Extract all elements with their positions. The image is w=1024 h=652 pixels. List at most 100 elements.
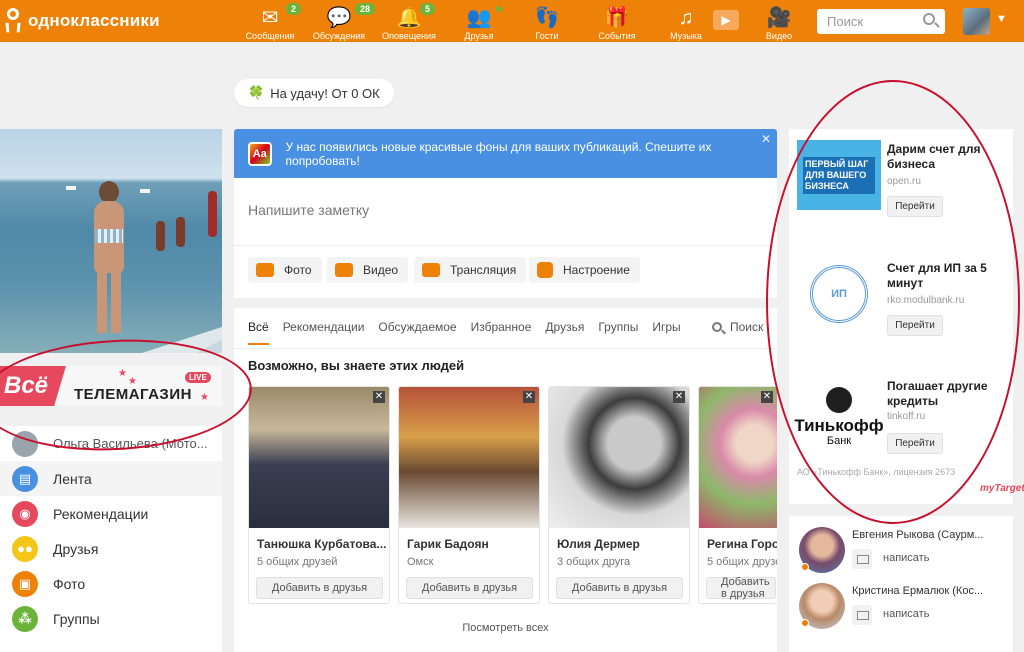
friend-name[interactable]: Кристина Ермалюк (Кос... bbox=[852, 585, 1007, 597]
person-name[interactable]: Гарик Бадоян bbox=[407, 537, 489, 551]
lucky-label: На удачу! От 0 ОК bbox=[270, 85, 380, 101]
bell-icon: 🔔 bbox=[396, 7, 422, 29]
add-friend-button[interactable]: Добавить в друзья bbox=[406, 577, 533, 599]
vse-logo: Всё bbox=[0, 366, 66, 406]
friend-item[interactable]: Евгения Рыкова (Саурм... написать bbox=[799, 527, 1009, 577]
add-friend-button[interactable]: Добавить в друзья bbox=[706, 576, 776, 600]
person-info: 3 общих друга bbox=[557, 556, 631, 568]
person-name[interactable]: Танюшка Курбатова... bbox=[257, 537, 386, 551]
person-card[interactable]: ✕ Регина Горобц 5 общих друзей Добавить … bbox=[698, 386, 777, 604]
ad-domain: tinkoff.ru bbox=[887, 411, 926, 422]
ad-title[interactable]: Дарим счет для бизнеса bbox=[887, 142, 1002, 172]
user-avatar[interactable] bbox=[963, 8, 990, 35]
nav-label: Музыка bbox=[670, 31, 702, 41]
person-name[interactable]: Регина Горобц bbox=[707, 537, 777, 551]
nav-events[interactable]: 🎁 События bbox=[597, 0, 637, 42]
ad-item[interactable]: Тинькофф Банк Погашает другие кредиты ti… bbox=[794, 377, 1007, 467]
tab-recommendations[interactable]: Рекомендации bbox=[283, 320, 365, 345]
write-link[interactable]: написать bbox=[883, 552, 929, 564]
tab-favorites[interactable]: Избранное bbox=[471, 320, 532, 345]
search-icon[interactable] bbox=[923, 13, 935, 25]
menu-item-recommendations[interactable]: ◉ Рекомендации bbox=[0, 496, 222, 531]
nav-messages[interactable]: 2 ✉ Сообщения bbox=[244, 0, 302, 42]
ad-domain: rko.modulbank.ru bbox=[887, 295, 965, 306]
nav-label: Оповещения bbox=[382, 31, 436, 41]
ad-title[interactable]: Счет для ИП за 5 минут bbox=[887, 261, 1002, 291]
nav-notifications[interactable]: 5 🔔 Оповещения bbox=[380, 0, 438, 42]
tab-discussed[interactable]: Обсуждаемое bbox=[378, 320, 456, 345]
person-name[interactable]: Юлия Дермер bbox=[557, 537, 640, 551]
menu-label: Лента bbox=[53, 470, 92, 487]
go-button[interactable]: Перейти bbox=[887, 315, 943, 336]
person-info: 5 общих друзей bbox=[257, 556, 338, 568]
person-card[interactable]: ✕ Гарик Бадоян Омск Добавить в друзья bbox=[398, 386, 540, 604]
ad-item[interactable]: ИП Счет для ИП за 5 минут rko.modulbank.… bbox=[797, 259, 1007, 349]
person-card[interactable]: ✕ Танюшка Курбатова... 5 общих друзей До… bbox=[248, 386, 390, 604]
person-photo[interactable] bbox=[249, 387, 389, 528]
mytarget-logo[interactable]: myTarget bbox=[980, 483, 1024, 494]
close-icon[interactable]: ✕ bbox=[761, 132, 771, 146]
tab-groups[interactable]: Группы bbox=[598, 320, 638, 345]
feed-search[interactable]: Поиск bbox=[712, 320, 763, 334]
friend-item[interactable]: Кристина Ермалюк (Кос... написать bbox=[799, 583, 1009, 633]
video-icon bbox=[335, 263, 353, 277]
nav-friends[interactable]: 👥 Друзья bbox=[462, 0, 502, 42]
ad-item[interactable]: ПЕРВЫЙ ШАГ ДЛЯ ВАШЕГО БИЗНЕСА Дарим счет… bbox=[797, 140, 1007, 230]
profile-photo[interactable] bbox=[0, 129, 222, 353]
menu-item-groups[interactable]: ⁂ Группы bbox=[0, 601, 222, 636]
telemagazin-banner[interactable]: Всё ★ ★ ★ ТЕЛЕМАГАЗИН LIVE bbox=[0, 366, 222, 406]
footprints-icon: 👣 bbox=[534, 7, 560, 29]
person-photo[interactable] bbox=[399, 387, 539, 528]
search-icon bbox=[712, 322, 722, 332]
message-icon[interactable] bbox=[852, 605, 872, 625]
ad-image[interactable]: Тинькофф Банк bbox=[794, 377, 884, 447]
menu-item-photos[interactable]: ▣ Фото bbox=[0, 566, 222, 601]
write-link[interactable]: написать bbox=[883, 608, 929, 620]
nav-label: Видео bbox=[765, 31, 793, 41]
music-play-button[interactable]: ▶ bbox=[712, 0, 740, 42]
add-friend-button[interactable]: Добавить в друзья bbox=[256, 577, 383, 599]
person-photo[interactable] bbox=[549, 387, 689, 528]
menu-item-feed[interactable]: ▤ Лента bbox=[0, 461, 222, 496]
ad-image[interactable]: ПЕРВЫЙ ШАГ ДЛЯ ВАШЕГО БИЗНЕСА bbox=[797, 140, 881, 210]
nav-discussions[interactable]: 28 💬 Обсуждения bbox=[311, 0, 376, 42]
see-all-link[interactable]: Посмотреть всех bbox=[234, 622, 777, 634]
nav-music[interactable]: ♫ Музыка bbox=[668, 0, 704, 42]
ads-panel: ПЕРВЫЙ ШАГ ДЛЯ ВАШЕГО БИЗНЕСА Дарим счет… bbox=[789, 129, 1024, 504]
logo-text: одноклассники bbox=[28, 11, 160, 30]
person-photo[interactable] bbox=[699, 387, 777, 528]
tab-all[interactable]: Всё bbox=[248, 320, 269, 345]
broadcast-icon bbox=[422, 263, 440, 277]
friend-name[interactable]: Евгения Рыкова (Саурм... bbox=[852, 529, 1007, 541]
menu-item-friends[interactable]: ●● Друзья bbox=[0, 531, 222, 566]
go-button[interactable]: Перейти bbox=[887, 196, 943, 217]
chevron-down-icon[interactable]: ▼ bbox=[996, 13, 1007, 25]
ok-logo[interactable]: одноклассники bbox=[4, 8, 160, 34]
tab-games[interactable]: Игры bbox=[652, 320, 680, 345]
mood-button[interactable]: Настроение bbox=[529, 257, 640, 283]
lucky-button[interactable]: 🍀 На удачу! От 0 ОК bbox=[234, 79, 394, 107]
go-button[interactable]: Перейти bbox=[887, 433, 943, 454]
close-icon[interactable]: ✕ bbox=[673, 391, 685, 403]
close-icon[interactable]: ✕ bbox=[523, 391, 535, 403]
nav-label: Обсуждения bbox=[312, 31, 366, 41]
button-label: Трансляция bbox=[450, 263, 517, 277]
add-friend-button[interactable]: Добавить в друзья bbox=[556, 577, 683, 599]
ad-image[interactable]: ИП bbox=[797, 259, 881, 329]
nav-label: Гости bbox=[535, 31, 559, 41]
video-button[interactable]: Видео bbox=[327, 257, 409, 283]
broadcast-button[interactable]: Трансляция bbox=[414, 257, 527, 283]
note-input[interactable]: Напишите заметку bbox=[248, 202, 369, 218]
nav-video[interactable]: 🎥 Видео bbox=[763, 0, 795, 42]
ad-title[interactable]: Погашает другие кредиты bbox=[887, 379, 1002, 409]
menu-item-profile[interactable]: Ольга Васильева (Мото... bbox=[0, 426, 222, 461]
nav-guests[interactable]: 👣 Гости bbox=[532, 0, 562, 42]
photo-button[interactable]: Фото bbox=[248, 257, 322, 283]
close-icon[interactable]: ✕ bbox=[373, 391, 385, 403]
message-icon[interactable] bbox=[852, 549, 872, 569]
tab-friends[interactable]: Друзья bbox=[545, 320, 584, 345]
close-icon[interactable]: ✕ bbox=[761, 391, 773, 403]
person-card[interactable]: ✕ Юлия Дермер 3 общих друга Добавить в д… bbox=[548, 386, 690, 604]
photo-icon: ▣ bbox=[12, 570, 38, 597]
bystander bbox=[176, 217, 185, 247]
